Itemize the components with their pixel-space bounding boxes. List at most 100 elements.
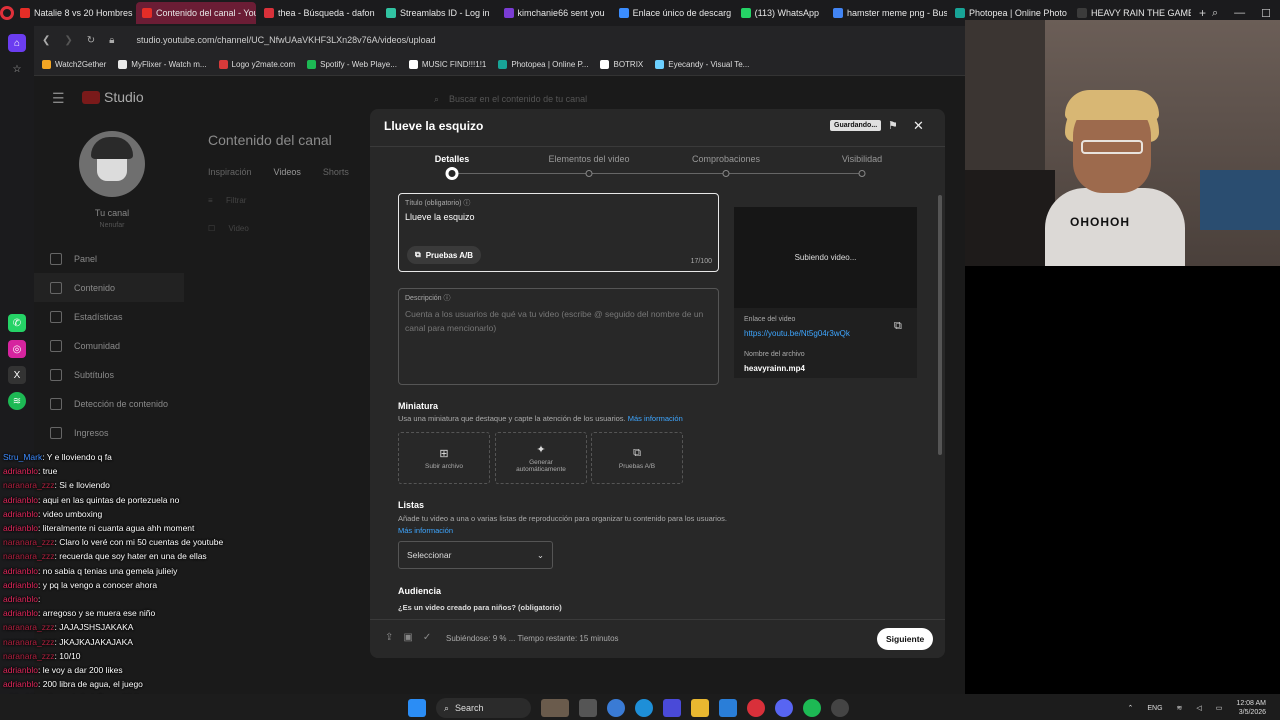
step-checks[interactable]: Comprobaciones	[692, 154, 760, 164]
auto-generate-button[interactable]: ✦ Generar automáticamente	[495, 432, 587, 484]
chevron-up-icon[interactable]: ⌃	[1127, 704, 1133, 712]
filter-row[interactable]: ≡ Filtrar	[208, 196, 246, 205]
nav-item[interactable]: Subtítulos	[34, 360, 184, 389]
game-icon[interactable]	[663, 699, 681, 717]
page-tab[interactable]: Shorts	[323, 167, 349, 177]
bookmark-item[interactable]: Photopea | Online P...	[498, 60, 588, 69]
whatsapp-icon[interactable]: ✆	[8, 314, 26, 332]
nav-item[interactable]: Ingresos	[34, 418, 184, 447]
thumbnail-ab-button[interactable]: ⧉ Pruebas A/B	[591, 432, 683, 484]
new-tab-icon[interactable]: +	[1193, 6, 1212, 20]
page-tab[interactable]: Inspiración	[208, 167, 252, 177]
playlist-select[interactable]: Seleccionar ⌄	[398, 541, 553, 569]
bookmark-item[interactable]: MUSIC FIND!!!1!1	[408, 60, 486, 69]
start-icon[interactable]	[408, 699, 426, 717]
star-icon[interactable]: ☆	[8, 60, 26, 78]
battery-icon[interactable]: ▭	[1216, 704, 1223, 712]
nav-item[interactable]: Panel	[34, 244, 184, 273]
bookmark-item[interactable]: Watch2Gether	[42, 60, 106, 69]
browser-tab[interactable]: (113) WhatsApp	[735, 2, 825, 24]
tab-label: HEAVY RAIN THE GAME	[1090, 8, 1191, 18]
reload-icon[interactable]: ↻	[87, 35, 95, 46]
browser-tab[interactable]: hamster meme png - Bus	[827, 2, 947, 24]
browser-tab[interactable]: thea - Búsqueda - dafon	[258, 2, 378, 24]
discord-icon[interactable]	[775, 699, 793, 717]
channel-avatar[interactable]	[79, 131, 145, 197]
file-explorer-icon[interactable]	[691, 699, 709, 717]
opera-taskbar-icon[interactable]	[747, 699, 765, 717]
opera-logo-icon[interactable]	[0, 0, 14, 26]
volume-icon[interactable]: ◁	[1196, 704, 1201, 712]
search-tabs-icon[interactable]: ⌕	[1212, 7, 1218, 20]
browser-tab[interactable]: Natalie 8 vs 20 Hombres	[14, 2, 134, 24]
bookmark-item[interactable]: BOTRIX	[600, 60, 643, 69]
feedback-icon[interactable]: ⚑	[888, 119, 898, 132]
minimize-icon[interactable]: —	[1234, 7, 1245, 20]
description-field[interactable]: Descripción ⓘ Cuenta a los usuarios de q…	[398, 288, 719, 385]
copy-icon[interactable]: ⧉	[894, 320, 902, 333]
step-dot-details[interactable]	[445, 167, 459, 180]
bookmark-item[interactable]: Eyecandy - Visual Te...	[655, 60, 749, 69]
clock[interactable]: 12:08 AM 3/5/2026	[1236, 699, 1266, 717]
bookmark-item[interactable]: MyFlixer - Watch m...	[118, 60, 207, 69]
video-link[interactable]: https://youtu.be/Nt5g04r3wQk	[744, 329, 850, 338]
spotify-icon[interactable]: ≋	[8, 392, 26, 410]
help-icon[interactable]: ⓘ	[463, 200, 470, 207]
nav-item-label: Contenido	[74, 282, 116, 293]
language-indicator[interactable]: ENG	[1147, 705, 1162, 712]
help-icon[interactable]: ⓘ	[444, 295, 451, 302]
lists-text: Añade tu video a una o varias listas de …	[398, 514, 727, 535]
nav-item[interactable]: Comunidad	[34, 331, 184, 360]
nav-item[interactable]: Estadísticas	[34, 302, 184, 331]
menu-icon[interactable]: ☰	[52, 90, 65, 107]
copilot-icon[interactable]	[607, 699, 625, 717]
bookmark-item[interactable]: Spotify - Web Playe...	[307, 60, 397, 69]
dialog-scrollbar[interactable]	[938, 195, 942, 455]
upload-thumbnail-button[interactable]: ⊞ Subir archivo	[398, 432, 490, 484]
more-info-link[interactable]: Más información	[398, 526, 453, 535]
step-dot-visibility[interactable]	[858, 170, 866, 177]
more-info-link[interactable]: Más información	[628, 414, 683, 423]
page-tab[interactable]: Videos	[274, 167, 301, 177]
url-field[interactable]: studio.youtube.com/channel/UC_NfwUAaVKHF…	[137, 35, 436, 45]
close-icon[interactable]: ✕	[913, 118, 924, 134]
step-details[interactable]: Detalles	[435, 154, 470, 164]
title-input[interactable]: Llueve la esquizo	[405, 212, 475, 222]
browser-tab[interactable]: Streamlabs ID - Log in	[380, 2, 496, 24]
step-visibility[interactable]: Visibilidad	[842, 154, 882, 164]
chat-text: 200 libra de agua, el juego	[42, 679, 143, 690]
studio-logo[interactable]: Studio	[82, 89, 144, 105]
wifi-icon[interactable]: ≋	[1177, 704, 1183, 712]
ab-test-button[interactable]: ⧉ Pruebas A/B	[407, 246, 481, 264]
home-icon[interactable]: ⌂	[8, 34, 26, 52]
title-field[interactable]: Título (obligatorio) ⓘ Llueve la esquizo…	[398, 193, 719, 272]
obs-icon[interactable]	[831, 699, 849, 717]
forward-icon[interactable]: ❯	[64, 35, 72, 46]
browser-tab[interactable]: Enlace único de descarg	[613, 2, 733, 24]
step-video-elements[interactable]: Elementos del video	[548, 154, 629, 164]
nav-item[interactable]: Contenido	[34, 273, 184, 302]
instagram-icon[interactable]: ◎	[8, 340, 26, 358]
edge-icon[interactable]	[635, 699, 653, 717]
browser-tab[interactable]: Contenido del canal - You	[136, 2, 256, 24]
tab-favicon-icon	[832, 8, 843, 18]
step-dot-checks[interactable]	[722, 170, 730, 177]
store-icon[interactable]	[719, 699, 737, 717]
x-icon[interactable]: X	[8, 366, 26, 384]
task-view-icon[interactable]	[579, 699, 597, 717]
checkbox-icon[interactable]: ☐	[208, 224, 215, 233]
step-dot-elements[interactable]	[585, 170, 593, 177]
back-icon[interactable]: ❮	[42, 35, 50, 46]
taskbar-search[interactable]: ⌕ Search	[436, 698, 531, 718]
maximize-icon[interactable]: ☐	[1261, 7, 1271, 20]
browser-tab[interactable]: kimchanie66 sent you	[498, 2, 611, 24]
studio-search[interactable]: ⌕ Buscar en el contenido de tu canal	[434, 88, 994, 110]
nav-item[interactable]: Detección de contenido	[34, 389, 184, 418]
widgets-icon[interactable]	[541, 699, 569, 717]
tab-label: hamster meme png - Bus	[846, 8, 947, 18]
window-controls: ⌕ — ☐ ✕	[1212, 7, 1280, 20]
bookmark-label: Spotify - Web Playe...	[320, 60, 397, 69]
next-button[interactable]: Siguiente	[877, 628, 934, 650]
spotify-taskbar-icon[interactable]	[803, 699, 821, 717]
bookmark-item[interactable]: Logo y2mate.com	[218, 60, 295, 69]
